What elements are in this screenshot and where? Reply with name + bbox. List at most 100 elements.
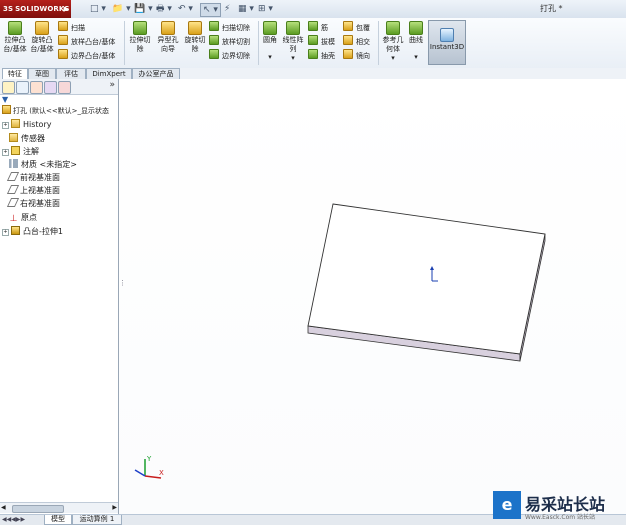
triad-x-label: X bbox=[159, 469, 164, 477]
sweep-button[interactable]: 扫描 bbox=[58, 21, 85, 32]
boundary-cut-button[interactable]: 边界切除 bbox=[209, 49, 250, 60]
plane-icon bbox=[6, 185, 20, 194]
revolved-cut-button[interactable]: 旋转切除 bbox=[183, 21, 207, 54]
property-manager-tab-icon[interactable] bbox=[16, 81, 29, 94]
extruded-cut-icon bbox=[133, 21, 147, 35]
shell-button[interactable]: 抽壳 bbox=[308, 49, 335, 60]
wrap-button[interactable]: 包覆 bbox=[343, 21, 370, 32]
history-folder-icon bbox=[11, 119, 20, 128]
new-document-icon[interactable]: □ ▾ bbox=[90, 3, 106, 15]
graphics-area[interactable]: Y X ⋮ bbox=[119, 79, 626, 514]
tree-item-annotations[interactable]: + 注解 bbox=[2, 146, 39, 158]
part-body[interactable] bbox=[307, 203, 546, 362]
rib-button[interactable]: 筋 bbox=[308, 21, 328, 32]
rebuild-icon[interactable]: ⚡ bbox=[224, 3, 230, 15]
boundary-cut-label: 边界切除 bbox=[222, 52, 250, 60]
tree-item-material[interactable]: 材质 <未指定> bbox=[9, 159, 77, 171]
tab-features[interactable]: 特征 bbox=[2, 68, 28, 79]
filter-icon[interactable]: ▼ bbox=[2, 95, 8, 104]
tree-item-top-plane[interactable]: 上视基准面 bbox=[6, 185, 60, 197]
file-properties-icon[interactable]: ▦ ▾ bbox=[238, 3, 254, 15]
tab-dimxpert[interactable]: DimXpert bbox=[86, 68, 132, 79]
open-folder-icon[interactable]: 📁 ▾ bbox=[112, 3, 131, 15]
linear-pattern-button[interactable]: 线性阵列 ▾ bbox=[281, 21, 305, 63]
tree-item-sensors[interactable]: 传感器 bbox=[9, 133, 45, 145]
display-manager-tab-icon[interactable] bbox=[58, 81, 71, 94]
curves-button[interactable]: 曲线 ▾ bbox=[407, 21, 425, 62]
menu-arrow-icon[interactable]: ▶ bbox=[64, 0, 69, 18]
tree-item-label: 凸台-拉伸1 bbox=[23, 227, 63, 236]
fillet-button[interactable]: 圆角 ▾ bbox=[261, 21, 279, 62]
reference-dropdown-icon[interactable]: ▾ bbox=[381, 54, 405, 63]
panel-splitter-handle[interactable]: ⋮ bbox=[119, 279, 126, 287]
expand-icon[interactable]: + bbox=[2, 122, 9, 129]
tree-item-label: 原点 bbox=[21, 213, 37, 222]
tree-item-label: 注解 bbox=[23, 147, 39, 156]
extrude-feature-icon bbox=[11, 226, 20, 235]
reference-geometry-icon bbox=[386, 21, 400, 35]
extruded-cut-button[interactable]: 拉伸切除 bbox=[127, 21, 153, 54]
instant3d-icon bbox=[440, 28, 454, 42]
swept-cut-button[interactable]: 扫描切除 bbox=[209, 21, 250, 32]
dimxpert-manager-tab-icon[interactable] bbox=[44, 81, 57, 94]
shell-icon bbox=[308, 49, 318, 59]
scrollbar-thumb[interactable] bbox=[12, 505, 64, 513]
scroll-right-icon[interactable]: ▶ bbox=[112, 504, 117, 511]
hole-wizard-icon bbox=[161, 21, 175, 35]
tree-root-part[interactable]: 打孔 (默认<<默认>_显示状态 bbox=[2, 105, 109, 116]
scroll-left-icon[interactable]: ◀ bbox=[1, 504, 6, 511]
plane-icon bbox=[6, 198, 20, 207]
boundary-boss-button[interactable]: 边界凸台/基体 bbox=[58, 49, 115, 60]
curves-label: 曲线 bbox=[409, 36, 423, 44]
options-icon[interactable]: ⊞ ▾ bbox=[258, 3, 273, 15]
panel-collapse-icon[interactable]: » bbox=[109, 80, 115, 90]
loft-icon bbox=[58, 35, 68, 45]
expand-icon[interactable]: + bbox=[2, 229, 9, 236]
curves-dropdown-icon[interactable]: ▾ bbox=[407, 53, 425, 62]
expand-icon[interactable]: + bbox=[2, 149, 9, 156]
tree-item-origin[interactable]: ⊥ 原点 bbox=[9, 212, 37, 224]
tab-sketch[interactable]: 草图 bbox=[28, 68, 56, 79]
intersect-button[interactable]: 相交 bbox=[343, 35, 370, 46]
panel-horizontal-scrollbar[interactable]: ◀ ▶ bbox=[0, 502, 118, 513]
tab-evaluate[interactable]: 评估 bbox=[56, 68, 86, 79]
undo-icon[interactable]: ↶ ▾ bbox=[178, 3, 193, 15]
tree-item-history[interactable]: + History bbox=[2, 119, 51, 131]
tab-scroll-arrows-icon[interactable]: ◀◀◀▶▶ bbox=[2, 516, 25, 523]
save-icon[interactable]: 💾 ▾ bbox=[134, 3, 153, 15]
sweep-label: 扫描 bbox=[71, 24, 85, 32]
triad-y-label: Y bbox=[146, 455, 152, 463]
mirror-label: 镜向 bbox=[356, 52, 370, 60]
boss-extrude-button[interactable]: 拉伸凸台/基体 bbox=[3, 21, 27, 54]
boss-extrude-label: 拉伸凸台/基体 bbox=[3, 36, 27, 53]
configuration-manager-tab-icon[interactable] bbox=[30, 81, 43, 94]
tab-office-products[interactable]: 办公室产品 bbox=[132, 68, 180, 79]
select-pointer-icon[interactable]: ↖ ▾ bbox=[200, 3, 221, 17]
lofted-cut-button[interactable]: 放样切割 bbox=[209, 35, 250, 46]
revolved-cut-icon bbox=[188, 21, 202, 35]
command-manager: 拉伸凸台/基体 旋转凸台/基体 扫描 放样凸台/基体 边界凸台/基体 拉伸切除 … bbox=[0, 18, 626, 69]
material-icon bbox=[9, 159, 18, 168]
tree-item-boss-extrude1[interactable]: + 凸台-拉伸1 bbox=[2, 226, 63, 238]
feature-manager-tab-icon[interactable] bbox=[2, 81, 15, 94]
loft-boss-button[interactable]: 放样凸台/基体 bbox=[58, 35, 115, 46]
boss-revolve-button[interactable]: 旋转凸台/基体 bbox=[30, 21, 54, 54]
reference-geometry-button[interactable]: 参考几何体 ▾ bbox=[381, 21, 405, 63]
tree-item-label: 材质 <未指定> bbox=[21, 160, 77, 169]
wrap-icon bbox=[343, 21, 353, 31]
tree-item-front-plane[interactable]: 前视基准面 bbox=[6, 172, 60, 184]
intersect-label: 相交 bbox=[356, 38, 370, 46]
tree-item-right-plane[interactable]: 右视基准面 bbox=[6, 198, 60, 210]
solidworks-logo[interactable]: 3S SOLIDWORKS ▶ bbox=[0, 0, 71, 18]
instant3d-button[interactable]: Instant3D bbox=[428, 20, 466, 65]
pattern-dropdown-icon[interactable]: ▾ bbox=[281, 54, 305, 63]
print-icon[interactable]: 🖶 ▾ bbox=[156, 3, 172, 15]
fillet-dropdown-icon[interactable]: ▾ bbox=[261, 53, 279, 62]
watermark: e 易采站长站 Www.Easck.Com 站长站 bbox=[493, 489, 623, 523]
shell-label: 抽壳 bbox=[321, 52, 335, 60]
boundary-boss-icon bbox=[58, 49, 68, 59]
mirror-button[interactable]: 镜向 bbox=[343, 49, 370, 60]
draft-button[interactable]: 拔模 bbox=[308, 35, 335, 46]
hole-wizard-button[interactable]: 异型孔向导 bbox=[155, 21, 181, 54]
model-view[interactable]: Y X bbox=[119, 79, 626, 514]
